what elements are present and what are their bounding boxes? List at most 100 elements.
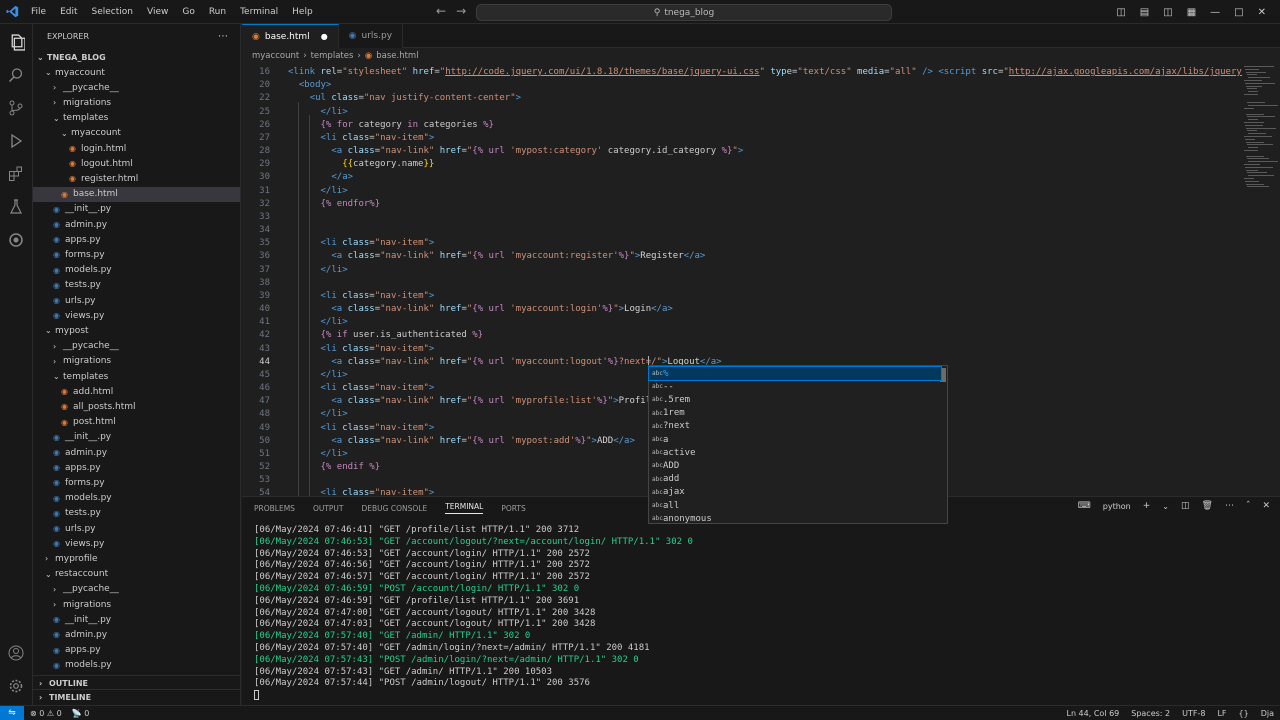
menu-terminal[interactable]: Terminal [233, 7, 285, 17]
code-line[interactable]: 39 <li class="nav-item"> [242, 290, 1242, 303]
terminal-output[interactable]: [06/May/2024 07:46:41] "GET /profile/lis… [254, 525, 1264, 702]
customize-layout-icon[interactable]: ▦ [1187, 7, 1196, 18]
tree-file[interactable]: ◉ admin.py [33, 217, 240, 232]
code-line[interactable]: 29 {{category.name}} [242, 158, 1242, 171]
minimize-icon[interactable]: — [1210, 7, 1220, 18]
tree-file[interactable]: ◉ admin.py [33, 445, 240, 460]
panel-tab-output[interactable]: OUTPUT [313, 504, 344, 513]
tree-file[interactable]: ◉ tests.py [33, 278, 240, 293]
code-line[interactable]: 38 [242, 277, 1242, 290]
tree-file[interactable]: ◉ __init__.py [33, 430, 240, 445]
suggestion-item[interactable]: abc add [649, 473, 941, 486]
code-line[interactable]: 41 </li> [242, 316, 1242, 329]
tree-file[interactable]: ◉ models.py [33, 658, 240, 673]
panel-tab-debug-console[interactable]: DEBUG CONSOLE [362, 504, 428, 513]
menu-selection[interactable]: Selection [85, 7, 140, 17]
code-line[interactable]: 22 <ul class="nav justify-content-center… [242, 92, 1242, 105]
split-terminal-icon[interactable]: ◫ [1181, 501, 1190, 511]
toggle-secondary-sidebar-icon[interactable]: ◫ [1163, 7, 1172, 18]
tree-folder[interactable]: › migrations [33, 354, 240, 369]
suggestion-item[interactable]: abc .5rem [649, 393, 941, 406]
breadcrumb-item[interactable]: base.html [376, 51, 418, 61]
tree-file[interactable]: ◉ models.py [33, 263, 240, 278]
maximize-icon[interactable]: □ [1234, 7, 1243, 18]
panel-tab-terminal[interactable]: TERMINAL [445, 502, 484, 514]
indentation[interactable]: Spaces: 2 [1131, 709, 1170, 718]
testing-icon[interactable] [4, 195, 28, 219]
chevron-down-icon[interactable]: ⌄ [1162, 502, 1169, 511]
tree-folder[interactable]: › __pycache__ [33, 80, 240, 95]
unsaved-dot-icon[interactable]: ● [321, 32, 328, 41]
code-line[interactable]: 36 <a class="nav-link" href="{% url 'mya… [242, 250, 1242, 263]
tree-folder[interactable]: › myprofile [33, 551, 240, 566]
new-terminal-icon[interactable]: + [1143, 501, 1151, 511]
tree-folder[interactable]: ⌄ myaccount [33, 126, 240, 141]
terminal-shell-name[interactable]: python [1103, 502, 1131, 511]
terminal-cursor[interactable] [254, 690, 1264, 702]
tab-urls-py[interactable]: ◉ urls.py [338, 24, 404, 48]
code-line[interactable]: 40 <a class="nav-link" href="{% url 'mya… [242, 303, 1242, 316]
maximize-panel-icon[interactable]: ˆ [1246, 501, 1251, 511]
source-control-icon[interactable] [4, 96, 28, 120]
tab-base-html[interactable]: ◉ base.html ● [242, 24, 339, 48]
suggestion-item[interactable]: abc a [649, 433, 941, 446]
remote-explorer-icon[interactable] [4, 228, 28, 252]
menu-help[interactable]: Help [285, 7, 320, 17]
code-line[interactable]: 28 <a class="nav-link" href="{% url 'myp… [242, 145, 1242, 158]
code-line[interactable]: 20 <body> [242, 79, 1242, 92]
remote-indicator-icon[interactable]: ⇋ [0, 705, 24, 720]
explorer-icon[interactable] [4, 30, 28, 54]
tree-file[interactable]: ◉ forms.py [33, 475, 240, 490]
code-line[interactable]: 33 [242, 211, 1242, 224]
tree-file[interactable]: ◉ models.py [33, 491, 240, 506]
tree-file[interactable]: ◉ urls.py [33, 521, 240, 536]
tree-file[interactable]: ◉ urls.py [33, 293, 240, 308]
more-actions-icon[interactable]: ⋯ [218, 31, 228, 42]
toggle-sidebar-icon[interactable]: ◫ [1116, 7, 1125, 18]
settings-gear-icon[interactable] [4, 674, 28, 698]
end-of-line[interactable]: LF [1217, 709, 1226, 718]
tree-file[interactable]: ◉ logout.html [33, 156, 240, 171]
tree-file[interactable]: ◉ tests.py [33, 506, 240, 521]
tree-folder[interactable]: ⌄ mypost [33, 323, 240, 338]
breadcrumb-item[interactable]: templates [311, 51, 354, 61]
tree-folder[interactable]: › migrations [33, 597, 240, 612]
timeline-section[interactable]: › TIMELINE [33, 689, 240, 704]
tree-file[interactable]: ◉ all_posts.html [33, 399, 240, 414]
workspace-root[interactable]: ⌄ TNEGA_BLOG [33, 50, 240, 64]
tree-file[interactable]: ◉ views.py [33, 536, 240, 551]
code-line[interactable]: 16 <link rel="stylesheet" href="http://co… [242, 66, 1242, 79]
tree-file[interactable]: ◉ apps.py [33, 643, 240, 658]
suggestion-item[interactable]: abc -- [649, 380, 941, 393]
tree-file[interactable]: ◉ forms.py [33, 247, 240, 262]
problems-status[interactable]: ⊗ 0 ⚠ 0 [30, 709, 62, 718]
search-icon[interactable] [4, 63, 28, 87]
tree-file[interactable]: ◉ register.html [33, 171, 240, 186]
command-center-search[interactable]: ⚲ tnega_blog [476, 4, 892, 21]
tree-file[interactable]: ◉ apps.py [33, 232, 240, 247]
panel-tab-ports[interactable]: PORTS [501, 504, 525, 513]
minimap[interactable] [1242, 64, 1280, 496]
code-line[interactable]: 30 </a> [242, 171, 1242, 184]
language-mode[interactable]: Dja [1261, 709, 1274, 718]
tree-file[interactable]: ◉ add.html [33, 384, 240, 399]
code-line[interactable]: 37 </li> [242, 264, 1242, 277]
tree-folder[interactable]: ⌄ restaccount [33, 567, 240, 582]
menu-go[interactable]: Go [175, 7, 201, 17]
tree-file[interactable]: ◉ apps.py [33, 460, 240, 475]
panel-tab-problems[interactable]: PROBLEMS [254, 504, 295, 513]
breadcrumb-item[interactable]: myaccount [252, 51, 299, 61]
code-line[interactable]: 31 </li> [242, 185, 1242, 198]
menu-file[interactable]: File [24, 7, 53, 17]
tree-folder[interactable]: ⌄ templates [33, 369, 240, 384]
code-line[interactable]: 42 {% if user.is_authenticated %} [242, 329, 1242, 342]
menu-view[interactable]: View [140, 7, 175, 17]
tree-file[interactable]: ◉ login.html [33, 141, 240, 156]
encoding[interactable]: UTF-8 [1182, 709, 1205, 718]
toggle-panel-icon[interactable]: ▤ [1140, 7, 1149, 18]
outline-section[interactable]: › OUTLINE [33, 675, 240, 690]
tree-folder[interactable]: › __pycache__ [33, 582, 240, 597]
code-line[interactable]: 43 <li class="nav-item"> [242, 343, 1242, 356]
menu-edit[interactable]: Edit [53, 7, 84, 17]
run-debug-icon[interactable] [4, 129, 28, 153]
